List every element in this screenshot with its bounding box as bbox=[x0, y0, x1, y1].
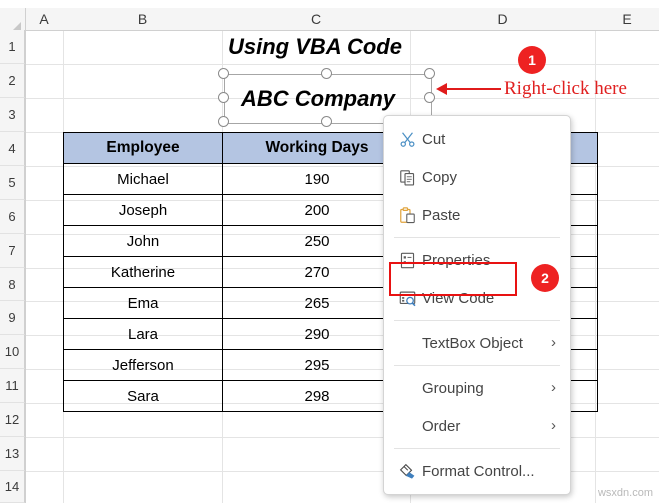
step-badge-2: 2 bbox=[531, 264, 559, 292]
context-menu-item-format-control[interactable]: Format Control... bbox=[384, 452, 570, 490]
context-menu-item-cut[interactable]: Cut bbox=[384, 120, 570, 158]
context-menu-label: Paste bbox=[422, 206, 461, 224]
callout-label: Right-click here bbox=[504, 78, 627, 99]
row-header-14[interactable]: 14 bbox=[0, 471, 25, 503]
step-badge-1: 1 bbox=[518, 46, 546, 74]
column-header-c[interactable]: C bbox=[222, 8, 411, 31]
context-menu-label: Cut bbox=[422, 130, 446, 148]
context-menu-label: Format Control... bbox=[422, 462, 535, 480]
row-header-9[interactable]: 9 bbox=[0, 301, 25, 335]
resize-handle-top-left[interactable] bbox=[218, 68, 229, 79]
menu-separator bbox=[394, 237, 560, 238]
context-menu-item-copy[interactable]: Copy bbox=[384, 158, 570, 196]
copy-icon bbox=[392, 165, 422, 189]
paste-icon bbox=[392, 203, 422, 227]
column-header-d[interactable]: D bbox=[410, 8, 596, 31]
textbox-text: ABC Company bbox=[241, 86, 396, 111]
menu-separator bbox=[394, 448, 560, 449]
context-menu-item-grouping[interactable]: Grouping › bbox=[384, 369, 570, 407]
resize-handle-bottom-left[interactable] bbox=[218, 116, 229, 127]
context-menu-label: Grouping bbox=[422, 379, 484, 397]
context-menu-label: Order bbox=[422, 417, 461, 435]
row-header-13[interactable]: 13 bbox=[0, 437, 25, 471]
row-header-12[interactable]: 12 bbox=[0, 403, 25, 437]
context-menu-label: TextBox Object bbox=[422, 334, 523, 352]
page-title: Using VBA Code bbox=[228, 34, 402, 59]
chevron-right-icon: › bbox=[551, 417, 556, 434]
row-header-1[interactable]: 1 bbox=[0, 30, 25, 64]
callout-arrow-head bbox=[436, 83, 447, 95]
watermark: wsxdn.com bbox=[597, 487, 653, 499]
row-header-5[interactable]: 5 bbox=[0, 166, 25, 200]
row-header-10[interactable]: 10 bbox=[0, 335, 25, 369]
cell-employee: Jefferson bbox=[63, 349, 223, 381]
column-header-b[interactable]: B bbox=[63, 8, 223, 31]
chevron-right-icon: › bbox=[551, 379, 556, 396]
row-header-4[interactable]: 4 bbox=[0, 132, 25, 166]
resize-handle-bottom-center[interactable] bbox=[321, 116, 332, 127]
cell-employee: Lara bbox=[63, 318, 223, 350]
context-menu-label: Copy bbox=[422, 168, 458, 186]
resize-handle-top-center[interactable] bbox=[321, 68, 332, 79]
row-header-3[interactable]: 3 bbox=[0, 98, 25, 132]
cell-employee: Ema bbox=[63, 287, 223, 319]
cell-employee: Katherine bbox=[63, 256, 223, 288]
context-menu-item-order[interactable]: Order › bbox=[384, 407, 570, 445]
view-code-highlight bbox=[389, 262, 517, 296]
resize-handle-middle-right[interactable] bbox=[424, 92, 435, 103]
no-icon-placeholder bbox=[392, 414, 422, 438]
callout-arrow-line bbox=[447, 88, 501, 90]
chevron-right-icon: › bbox=[551, 334, 556, 351]
menu-separator bbox=[394, 320, 560, 321]
row-header-7[interactable]: 7 bbox=[0, 234, 25, 268]
table-header-employee: Employee bbox=[63, 132, 223, 164]
cell-employee: Michael bbox=[63, 163, 223, 195]
grid-line-horizontal bbox=[25, 64, 659, 65]
column-header-a[interactable]: A bbox=[25, 8, 64, 31]
row-header-2[interactable]: 2 bbox=[0, 64, 25, 98]
no-icon-placeholder bbox=[392, 331, 422, 355]
context-menu[interactable]: Cut Copy Paste Properties View Code Text… bbox=[383, 115, 571, 495]
select-all-corner[interactable] bbox=[0, 8, 26, 34]
context-menu-item-paste[interactable]: Paste bbox=[384, 196, 570, 234]
cell-employee: Sara bbox=[63, 380, 223, 412]
resize-handle-top-right[interactable] bbox=[424, 68, 435, 79]
resize-handle-middle-left[interactable] bbox=[218, 92, 229, 103]
row-header-6[interactable]: 6 bbox=[0, 200, 25, 234]
cell-employee: John bbox=[63, 225, 223, 257]
scissors-icon bbox=[392, 127, 422, 151]
context-menu-item-textbox-object[interactable]: TextBox Object › bbox=[384, 324, 570, 362]
menu-separator bbox=[394, 365, 560, 366]
cell-employee: Joseph bbox=[63, 194, 223, 226]
spreadsheet-canvas: Employee Working Days Michael 190 Joseph… bbox=[0, 0, 659, 503]
paint-bucket-icon bbox=[392, 459, 422, 483]
column-header-e[interactable]: E bbox=[595, 8, 659, 31]
no-icon-placeholder bbox=[392, 376, 422, 400]
row-header-11[interactable]: 11 bbox=[0, 369, 25, 403]
row-header-8[interactable]: 8 bbox=[0, 268, 25, 301]
